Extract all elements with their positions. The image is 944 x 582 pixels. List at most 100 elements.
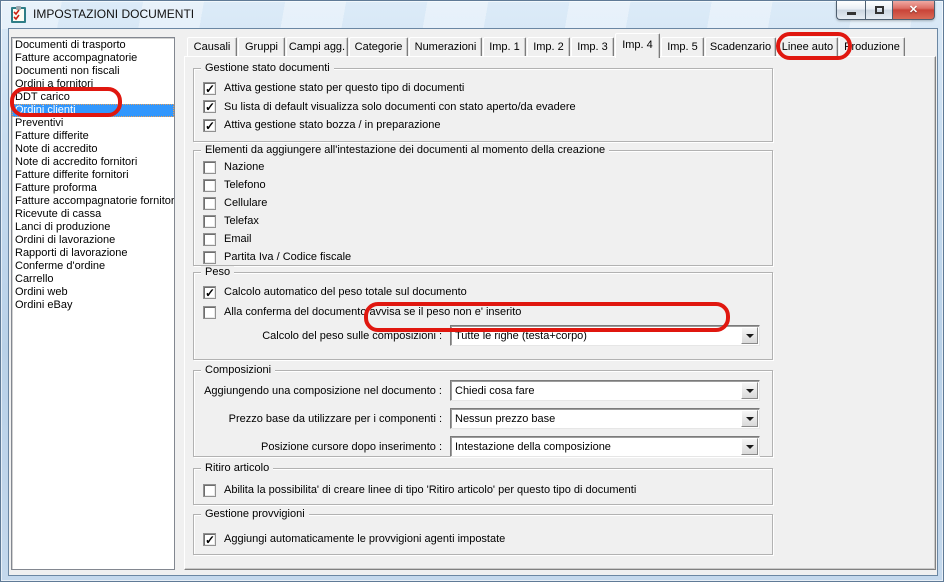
list-item[interactable]: Note di accredito (12, 143, 174, 156)
group-gestione-stato: Gestione stato documenti Attiva gestione… (193, 62, 773, 142)
tab-gruppi[interactable]: Gruppi (238, 37, 285, 57)
list-item[interactable]: Lanci di produzione (12, 221, 174, 234)
checkbox-label: Calcolo automatico del peso totale sul d… (224, 286, 467, 298)
group-title: Elementi da aggiungere all'intestazione … (201, 144, 610, 157)
list-item[interactable]: Carrello (12, 273, 174, 286)
list-item[interactable]: Ordini a fornitori (12, 78, 174, 91)
close-icon: ✕ (908, 3, 919, 16)
tab-imp-4[interactable]: Imp. 4 (615, 33, 660, 58)
tab-imp-3[interactable]: Imp. 3 (571, 37, 614, 57)
titlebar[interactable]: IMPOSTAZIONI DOCUMENTI ✕ (1, 1, 943, 29)
checkbox[interactable] (203, 250, 216, 264)
checkbox-row-attiva-gestione-stato[interactable]: Attiva gestione stato per questo tipo di… (194, 79, 772, 98)
tab-strip: Causali Gruppi Campi agg. Categorie Nume… (184, 31, 936, 58)
checkbox[interactable] (203, 196, 216, 210)
list-item[interactable]: Documenti non fiscali (12, 65, 174, 78)
tab-categorie[interactable]: Categorie (349, 37, 408, 57)
list-item[interactable]: DDT carico (12, 91, 174, 104)
tab-imp-1[interactable]: Imp. 1 (483, 37, 526, 57)
tab-linee-auto[interactable]: Linee auto (777, 37, 838, 57)
chevron-down-icon[interactable] (741, 327, 758, 344)
settings-tab-control: Causali Gruppi Campi agg. Categorie Nume… (184, 31, 936, 570)
tab-page-imp4: Gestione stato documenti Attiva gestione… (184, 56, 936, 570)
checkbox-row-telefax[interactable]: Telefax (194, 212, 772, 230)
checkbox-label: Email (224, 233, 252, 245)
group-composizioni: Composizioni Aggiungendo una composizion… (193, 364, 773, 457)
close-button[interactable]: ✕ (893, 1, 935, 20)
list-item[interactable]: Conferme d'ordine (12, 260, 174, 273)
combo-row-posizione-cursore: Posizione cursore dopo inserimento : Int… (194, 436, 772, 457)
tab-produzione[interactable]: Produzione (839, 37, 905, 57)
checkbox[interactable] (203, 285, 216, 300)
checkbox-row-telefono[interactable]: Telefono (194, 176, 772, 194)
group-elementi-intestazione: Elementi da aggiungere all'intestazione … (193, 144, 773, 266)
list-item[interactable]: Fatture proforma (12, 182, 174, 195)
checkbox[interactable] (203, 483, 216, 497)
checkbox[interactable] (203, 100, 216, 114)
tab-causali[interactable]: Causali (187, 37, 237, 57)
list-item[interactable]: Ricevute di cassa (12, 208, 174, 221)
checkbox[interactable] (203, 81, 216, 96)
checkbox[interactable] (203, 305, 216, 319)
list-item[interactable]: Fatture accompagnatorie fornitori (12, 195, 174, 208)
checkbox-row-email[interactable]: Email (194, 230, 772, 248)
window-controls: ✕ (836, 1, 935, 21)
checkbox-row-partita-iva[interactable]: Partita Iva / Codice fiscale (194, 248, 772, 266)
list-item-ordini-clienti[interactable]: Ordini clienti (12, 104, 174, 117)
list-item[interactable]: Fatture accompagnatorie (12, 52, 174, 65)
dropdown-value: Intestazione della composizione (455, 440, 611, 453)
list-item[interactable]: Preventivi (12, 117, 174, 130)
tab-imp-5[interactable]: Imp. 5 (661, 37, 704, 57)
checkbox[interactable] (203, 178, 216, 192)
list-item[interactable]: Documenti di trasporto (12, 39, 174, 52)
checkbox-label: Alla conferma del documento avvisa se il… (224, 306, 522, 318)
checkbox[interactable] (203, 532, 216, 547)
chevron-down-icon[interactable] (741, 382, 758, 399)
tab-campi-agg[interactable]: Campi agg. (286, 37, 348, 57)
group-title: Composizioni (201, 364, 276, 377)
aggiungendo-composizione-dropdown[interactable]: Chiedi cosa fare (450, 380, 760, 401)
combo-row-calcolo-peso-composizioni: Calcolo del peso sulle composizioni : Tu… (194, 325, 772, 346)
list-item[interactable]: Ordini di lavorazione (12, 234, 174, 247)
dialog-client-area: Documenti di trasporto Fatture accompagn… (9, 29, 937, 575)
document-types-list[interactable]: Documenti di trasporto Fatture accompagn… (11, 37, 175, 570)
checkbox-label: Telefono (224, 179, 266, 191)
list-item[interactable]: Ordini eBay (12, 299, 174, 312)
checkbox-label: Su lista di default visualizza solo docu… (224, 100, 576, 113)
combo-row-aggiungendo-composizione: Aggiungendo una composizione nel documen… (194, 380, 772, 401)
checkbox-row-lista-default[interactable]: Su lista di default visualizza solo docu… (194, 98, 772, 117)
list-item[interactable]: Fatture differite fornitori (12, 169, 174, 182)
list-item[interactable]: Rapporti di lavorazione (12, 247, 174, 260)
checkbox[interactable] (203, 160, 216, 174)
group-gestione-provvigioni: Gestione provvigioni Aggiungi automatica… (193, 508, 773, 555)
posizione-cursore-dropdown[interactable]: Intestazione della composizione (450, 436, 760, 457)
checkbox-row-provvigioni-agenti[interactable]: Aggiungi automaticamente le provvigioni … (194, 530, 772, 548)
checkbox-label: Attiva gestione stato bozza / in prepara… (224, 119, 441, 132)
checkbox[interactable] (203, 232, 216, 246)
tab-numerazioni[interactable]: Numerazioni (409, 37, 482, 57)
settings-window: IMPOSTAZIONI DOCUMENTI ✕ Documenti di tr… (0, 0, 944, 582)
checkbox-row-avvisa-peso-non-inserito[interactable]: Alla conferma del documento avvisa se il… (194, 302, 772, 322)
chevron-down-icon[interactable] (741, 438, 758, 455)
list-item[interactable]: Ordini web (12, 286, 174, 299)
checkbox[interactable] (203, 118, 216, 133)
checkbox-row-cellulare[interactable]: Cellulare (194, 194, 772, 212)
tab-scadenzario[interactable]: Scadenzario (705, 37, 776, 57)
combo-label: Calcolo del peso sulle composizioni : (262, 329, 442, 342)
checkbox-row-nazione[interactable]: Nazione (194, 158, 772, 176)
minimize-button[interactable] (836, 1, 865, 20)
minimize-icon (846, 11, 856, 15)
list-item[interactable]: Fatture differite (12, 130, 174, 143)
list-item[interactable]: Note di accredito fornitori (12, 156, 174, 169)
checkbox[interactable] (203, 214, 216, 228)
dropdown-value: Chiedi cosa fare (455, 384, 535, 397)
checkbox-row-calcolo-automatico-peso[interactable]: Calcolo automatico del peso totale sul d… (194, 282, 772, 302)
combo-label: Aggiungendo una composizione nel documen… (204, 384, 442, 397)
calcolo-peso-dropdown[interactable]: Tutte le righe (testa+corpo) (450, 325, 760, 346)
chevron-down-icon[interactable] (741, 410, 758, 427)
maximize-button[interactable] (865, 1, 893, 20)
checkbox-row-ritiro-articolo[interactable]: Abilita la possibilita' di creare linee … (194, 481, 772, 499)
prezzo-base-dropdown[interactable]: Nessun prezzo base (450, 408, 760, 429)
checkbox-row-stato-bozza[interactable]: Attiva gestione stato bozza / in prepara… (194, 116, 772, 135)
tab-imp-2[interactable]: Imp. 2 (527, 37, 570, 57)
